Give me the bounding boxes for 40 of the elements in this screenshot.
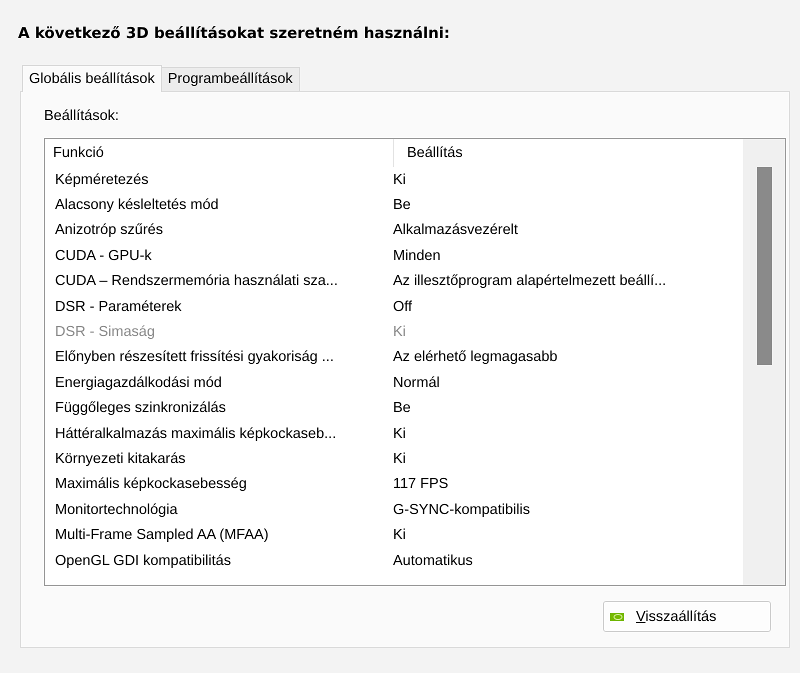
value-cell[interactable]: Ki [389,426,406,442]
value-cell[interactable]: Alkalmazásvezérelt [389,222,518,238]
value-cell[interactable]: 117 FPS [389,476,448,492]
settings-label: Beállítások: [44,108,119,124]
feature-cell[interactable]: Anizotróp szűrés [45,222,389,238]
feature-cell[interactable]: DSR - Paraméterek [45,298,389,315]
feature-cell[interactable]: Maximális képkockasebesség [45,476,389,492]
feature-cell[interactable]: Háttéralkalmazás maximális képkockaseb... [45,426,389,442]
scrollbar-thumb[interactable] [756,167,772,365]
eye-logo-icon [610,612,624,620]
value-cell[interactable]: Minden [389,248,441,264]
value-cell[interactable]: Be [389,400,411,416]
feature-cell[interactable]: Képméretezés [45,172,389,188]
feature-cell[interactable]: Multi-Frame Sampled AA (MFAA) [45,527,389,544]
value-cell[interactable]: Be [389,197,411,214]
value-cell[interactable]: Az illesztőprogram alapértelmezett beállí... [389,273,666,290]
feature-cell[interactable]: Előnyben részesített frissítési gyakoriság ... [45,349,389,366]
feature-cell[interactable]: Környezeti kitakarás [45,450,389,467]
tab[interactable]: Globális beállítások [22,65,162,92]
feature-cell[interactable]: OpenGL GDI kompatibilitás [45,552,389,569]
value-cell[interactable]: Normál [389,374,440,391]
value-cell[interactable]: G-SYNC-kompatibilis [389,502,530,518]
value-cell[interactable]: Off [389,298,412,315]
tab[interactable]: Programbeállítások [160,67,300,91]
value-cell[interactable]: Az elérhető legmagasabb [389,349,558,366]
restore-button[interactable]: Visszaállítás [603,601,771,632]
value-cell[interactable]: Ki [389,450,406,467]
feature-cell[interactable]: Alacsony késleltetés mód [45,197,389,214]
column-header[interactable]: Beállítás [407,145,463,161]
scrollbar[interactable] [743,139,785,585]
column-header[interactable]: Funkció [53,145,104,161]
value-cell[interactable]: Automatikus [389,552,473,569]
feature-cell[interactable]: CUDA - GPU-k [45,248,389,264]
page-heading: A következő 3D beállításokat szeretném használni: [18,24,450,42]
feature-cell[interactable]: Függőleges szinkronizálás [45,400,389,416]
feature-cell[interactable]: Monitortechnológia [45,502,389,518]
value-cell[interactable]: Ki [389,172,406,188]
feature-cell[interactable]: Energiagazdálkodási mód [45,374,389,391]
feature-cell[interactable]: CUDA – Rendszermemória használati sza... [45,273,389,290]
value-cell[interactable]: Ki [389,527,406,544]
